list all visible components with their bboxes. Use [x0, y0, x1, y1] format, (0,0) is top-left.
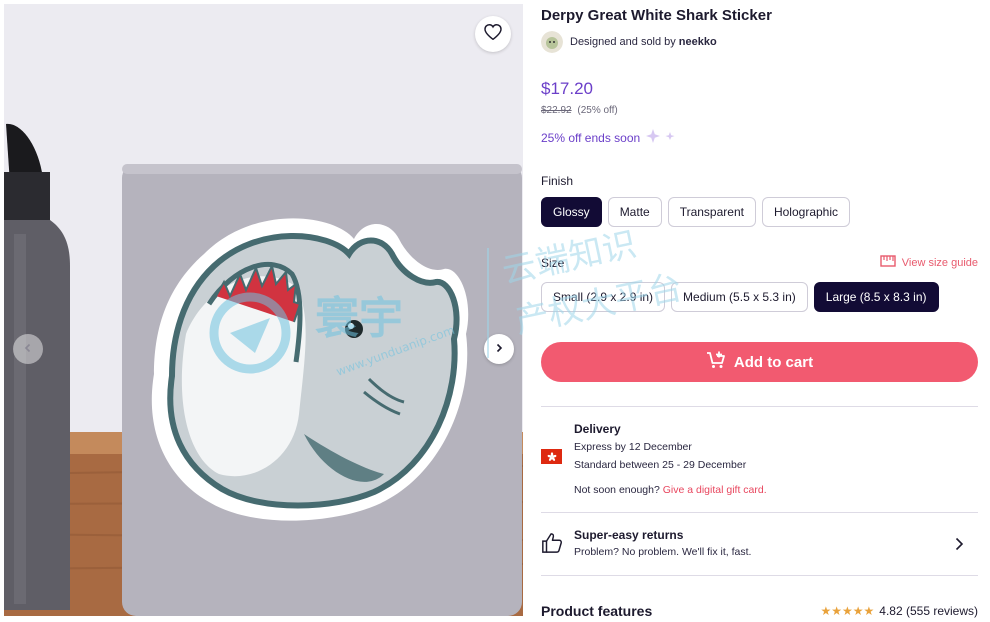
- size-options: Small (2.9 x 2.9 in) Medium (5.5 x 5.3 i…: [541, 282, 945, 312]
- chevron-right-icon: [954, 537, 964, 556]
- returns-row[interactable]: Super-easy returns Problem? No problem. …: [541, 512, 978, 575]
- product-photo: [4, 4, 523, 616]
- review-count: (555 reviews): [905, 604, 978, 618]
- thumbs-up-icon: [541, 532, 563, 559]
- finish-option-transparent[interactable]: Transparent: [667, 197, 756, 227]
- returns-subtitle: Problem? No problem. We'll fix it, fast.: [574, 546, 752, 558]
- not-soon-text: Not soon enough?: [574, 484, 660, 496]
- size-option-small[interactable]: Small (2.9 x 2.9 in): [541, 282, 666, 312]
- original-price: $22.92: [541, 105, 572, 116]
- original-price-row: $22.92 (25% off): [541, 105, 618, 116]
- chevron-left-icon: [23, 340, 33, 358]
- finish-option-glossy[interactable]: Glossy: [541, 197, 602, 227]
- star-rating-icons: ★ ★ ★ ★ ★: [820, 605, 874, 617]
- seller-name-link[interactable]: neekko: [679, 36, 717, 48]
- seller-info: Designed and sold by neekko: [541, 31, 717, 53]
- sparkle-icon: [640, 129, 677, 146]
- size-label: Size: [541, 256, 565, 270]
- star-icon: ★: [863, 604, 875, 618]
- product-details-panel: Derpy Great White Shark Sticker Designed…: [541, 0, 981, 622]
- delivery-express: Express by 12 December: [574, 441, 692, 453]
- favorite-button[interactable]: [475, 16, 511, 52]
- gift-card-link[interactable]: Give a digital gift card.: [663, 484, 767, 496]
- product-image-gallery[interactable]: [4, 4, 523, 616]
- hong-kong-flag-icon: [541, 449, 562, 464]
- size-guide-link[interactable]: View size guide: [880, 255, 978, 270]
- delivery-title: Delivery: [574, 422, 621, 436]
- star-icon: ★: [831, 604, 842, 618]
- add-to-cart-button[interactable]: Add to cart: [541, 342, 978, 382]
- returns-title: Super-easy returns: [574, 528, 684, 542]
- seller-avatar[interactable]: [541, 31, 563, 53]
- star-icon: ★: [820, 604, 832, 618]
- previous-image-button[interactable]: [13, 334, 43, 364]
- gift-card-row: Not soon enough? Give a digital gift car…: [574, 484, 767, 496]
- add-to-cart-label: Add to cart: [733, 353, 814, 371]
- star-icon: ★: [852, 604, 864, 618]
- finish-options: Glossy Matte Transparent Holographic: [541, 197, 856, 227]
- ruler-icon: [880, 255, 902, 270]
- finish-label: Finish: [541, 174, 574, 188]
- star-icon: ★: [841, 604, 853, 618]
- promo-text: 25% off ends soon: [541, 130, 641, 145]
- discount-percent: (25% off): [577, 105, 618, 116]
- designed-by-text: Designed and sold by: [570, 36, 676, 48]
- product-features-heading[interactable]: Product features: [541, 603, 652, 619]
- size-guide-text: View size guide: [901, 256, 978, 269]
- chevron-right-icon: [494, 340, 504, 358]
- size-option-medium[interactable]: Medium (5.5 x 5.3 in): [671, 282, 808, 312]
- promo-banner: 25% off ends soon: [541, 129, 677, 146]
- divider: [541, 575, 978, 576]
- finish-option-holographic[interactable]: Holographic: [761, 197, 851, 227]
- rating-summary[interactable]: ★ ★ ★ ★ ★ 4.82 (555 reviews): [820, 604, 978, 618]
- delivery-standard: Standard between 25 - 29 December: [574, 459, 747, 471]
- divider: [541, 406, 978, 407]
- next-image-button[interactable]: [484, 334, 514, 364]
- cart-plus-icon: [706, 351, 734, 373]
- size-option-large[interactable]: Large (8.5 x 8.3 in): [813, 282, 939, 312]
- heart-icon: [484, 23, 502, 45]
- rating-score: 4.82: [879, 604, 903, 618]
- current-price: $17.20: [541, 79, 593, 98]
- product-title: Derpy Great White Shark Sticker: [541, 7, 772, 24]
- finish-option-matte[interactable]: Matte: [607, 197, 662, 227]
